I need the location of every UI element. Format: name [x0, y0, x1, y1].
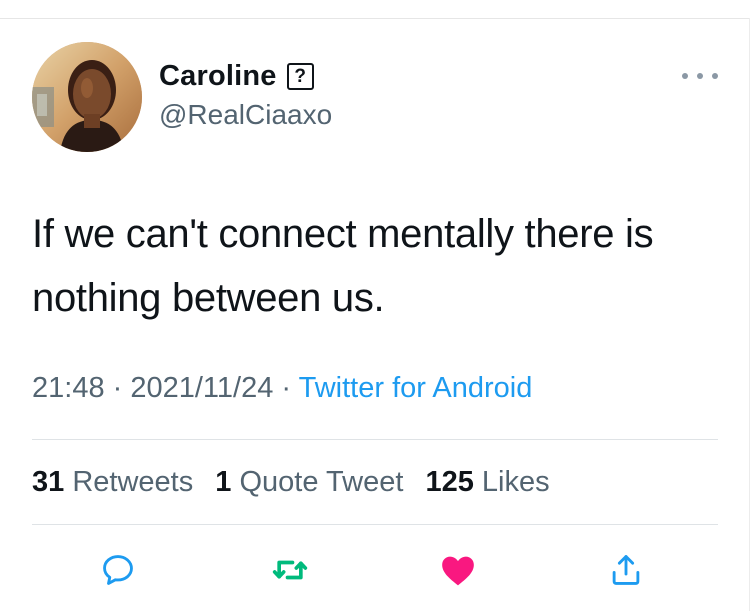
- stats-bottom-divider: [32, 524, 718, 525]
- more-options-button[interactable]: [682, 66, 718, 86]
- author-name-row: Caroline ?: [159, 58, 314, 94]
- avatar[interactable]: [32, 42, 142, 152]
- heart-icon: [442, 556, 474, 586]
- likes-stat[interactable]: 125 Likes: [425, 466, 549, 498]
- retweets-count: 31: [32, 466, 65, 498]
- engagement-stats: 31 Retweets 1 Quote Tweet 125 Likes: [32, 466, 550, 499]
- author-display-name[interactable]: Caroline: [159, 60, 277, 93]
- stats-top-divider: [32, 439, 718, 440]
- retweet-button[interactable]: [270, 550, 310, 590]
- meta-separator: ·: [281, 372, 299, 404]
- author-handle[interactable]: @RealCiaaxo: [159, 99, 332, 131]
- likes-count: 125: [425, 466, 474, 498]
- top-divider: [0, 0, 750, 19]
- quote-tweets-label: Quote Tweet: [239, 466, 404, 498]
- share-upload-icon: [612, 555, 640, 585]
- tweet-time[interactable]: 21:48: [32, 372, 105, 404]
- retweets-label: Retweets: [72, 466, 194, 498]
- retweets-stat[interactable]: 31 Retweets: [32, 466, 193, 498]
- tweet-text: If we can't connect mentally there is no…: [32, 212, 654, 320]
- reply-bubble-icon: [103, 555, 133, 585]
- avatar-photo: [32, 42, 142, 152]
- tweet-date[interactable]: 2021/11/24: [130, 372, 273, 404]
- quote-tweets-count: 1: [215, 466, 232, 498]
- more-dot-icon: [697, 73, 703, 79]
- like-button[interactable]: [438, 550, 478, 590]
- reply-button[interactable]: [98, 550, 138, 590]
- retweet-arrows-icon: [272, 560, 308, 580]
- share-button[interactable]: [606, 550, 646, 590]
- more-dot-icon: [682, 73, 688, 79]
- tweet-meta: 21:48 · 2021/11/24 · Twitter for Android: [32, 372, 532, 405]
- tweet-source-link[interactable]: Twitter for Android: [299, 372, 533, 404]
- more-dot-icon: [712, 73, 718, 79]
- meta-separator: ·: [112, 372, 131, 404]
- unknown-glyph-icon: ?: [286, 62, 314, 90]
- quote-tweets-stat[interactable]: 1 Quote Tweet: [215, 466, 403, 498]
- likes-label: Likes: [481, 466, 550, 498]
